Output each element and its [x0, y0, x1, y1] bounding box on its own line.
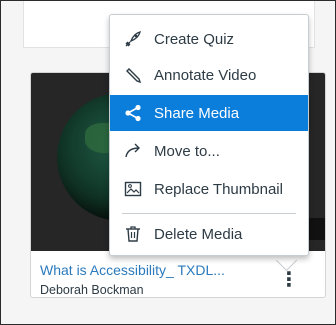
menu-item-label: Replace Thumbnail — [154, 180, 283, 198]
image-icon — [122, 178, 144, 200]
pencil-icon — [122, 64, 144, 86]
more-options-button[interactable]: ⋮ — [278, 268, 300, 294]
media-title-link[interactable]: What is Accessibility_ TXDL... — [40, 262, 280, 278]
menu-item-replace-thumbnail[interactable]: Replace Thumbnail — [110, 171, 308, 207]
menu-item-label: Annotate Video — [154, 66, 257, 84]
quiz-rocket-icon — [122, 28, 144, 50]
menu-item-move-to[interactable]: Move to... — [110, 133, 308, 169]
menu-item-share-media[interactable]: Share Media — [110, 95, 308, 131]
menu-item-delete-media[interactable]: Delete Media — [110, 216, 308, 252]
menu-item-label: Move to... — [154, 142, 220, 160]
menu-item-label: Delete Media — [154, 225, 243, 243]
menu-item-annotate-video[interactable]: Annotate Video — [110, 57, 308, 93]
trash-icon — [122, 223, 144, 245]
share-icon — [122, 102, 144, 124]
media-options-menu: Create Quiz Annotate Video Share Media M… — [109, 14, 309, 256]
menu-item-label: Share Media — [154, 104, 240, 122]
menu-item-create-quiz[interactable]: Create Quiz — [110, 21, 308, 57]
move-arrow-icon — [122, 140, 144, 162]
menu-separator — [122, 213, 296, 214]
menu-item-label: Create Quiz — [154, 30, 235, 48]
media-author: Deborah Bockman — [40, 283, 144, 297]
